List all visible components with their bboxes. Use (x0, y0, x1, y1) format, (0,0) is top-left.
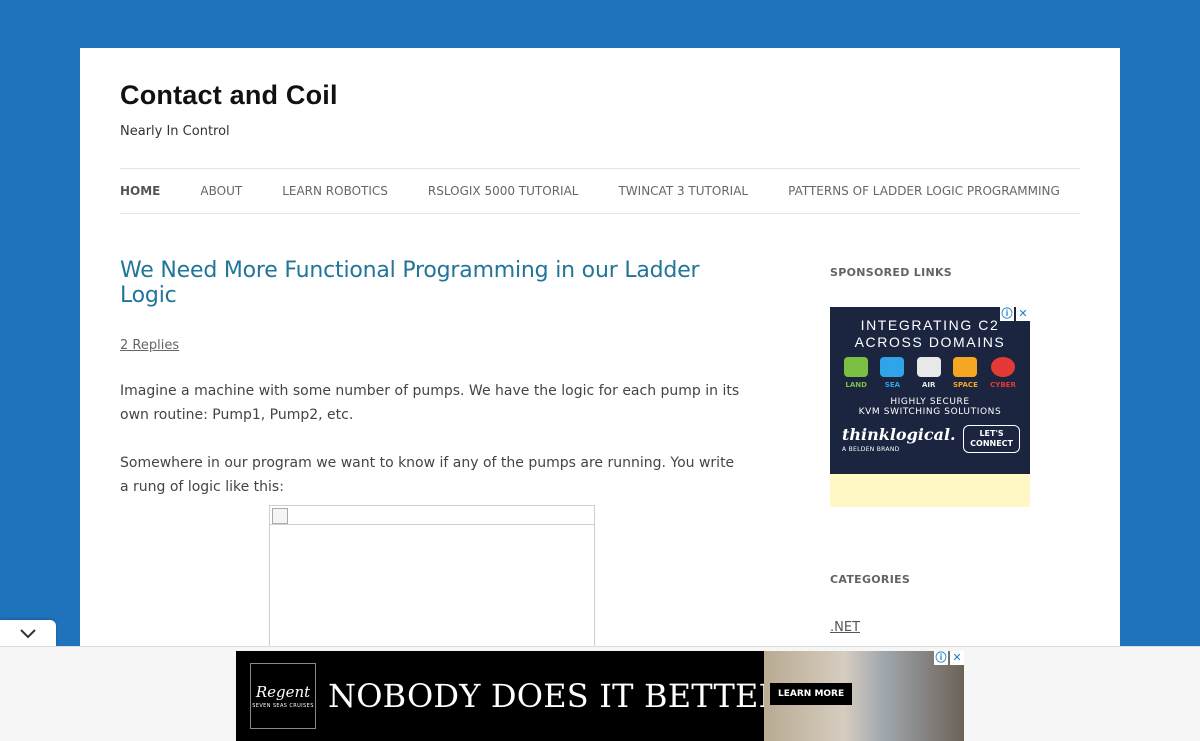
sponsored-links-title: SPONSORED LINKS (830, 266, 953, 279)
post-title[interactable]: We Need More Functional Programming in o… (120, 258, 745, 308)
domain-sea: SEA (880, 357, 905, 389)
ad-heading-line: ACROSS DOMAINS (854, 334, 1006, 350)
logo-subtitle: SEVEN SEAS CRUISES (252, 703, 314, 709)
post-content: We Need More Functional Programming in o… (120, 258, 745, 706)
domain-land: LAND (844, 357, 869, 389)
domain-label: SEA (884, 381, 901, 389)
info-icon[interactable]: ⓘ (1000, 307, 1014, 321)
lets-connect-button[interactable]: LET'S CONNECT (963, 425, 1020, 453)
domain-label: LAND (845, 381, 867, 389)
banner-headline: NOBODY DOES IT BETTER™ (328, 677, 816, 715)
banner-ad-controls: ⓘ ✕ (934, 651, 964, 665)
nav-item-rslogix-tutorial[interactable]: RSLOGIX 5000 TUTORIAL (428, 184, 579, 198)
close-icon[interactable]: ✕ (950, 651, 964, 665)
cta-line: LET'S (979, 429, 1004, 438)
main-navigation: HOME ABOUT LEARN ROBOTICS RSLOGIX 5000 T… (120, 168, 1080, 214)
logo-word: Regent (255, 683, 311, 701)
brand-tag: A BELDEN BRAND (842, 446, 900, 453)
ad-footer: thinklogical. A BELDEN BRAND LET'S CONNE… (830, 417, 1030, 453)
nav-item-twincat-tutorial[interactable]: TWINCAT 3 TUTORIAL (618, 184, 748, 198)
anchor-ad-bar: Regent SEVEN SEAS CRUISES NOBODY DOES IT… (0, 646, 1200, 741)
sidebar: SPONSORED LINKS INTEGRATING C2 ACROSS DO… (830, 266, 1040, 635)
domain-label: CYBER (990, 381, 1016, 389)
satellite-icon (953, 357, 978, 377)
nav-item-learn-robotics[interactable]: LEARN ROBOTICS (282, 184, 388, 198)
regent-logo: Regent SEVEN SEAS CRUISES (250, 663, 316, 729)
site-title[interactable]: Contact and Coil (120, 80, 338, 111)
categories-title: CATEGORIES (830, 573, 911, 586)
broken-image-icon (272, 508, 288, 524)
brand-name: thinklogical. (842, 425, 956, 444)
ad-sub-line: KVM SWITCHING SOLUTIONS (858, 407, 1002, 417)
ad-subheading: HIGHLY SECURE KVM SWITCHING SOLUTIONS (830, 397, 1030, 417)
domain-cyber: CYBER (990, 357, 1016, 389)
ad-brand: thinklogical. A BELDEN BRAND (842, 425, 956, 453)
nav-item-about[interactable]: ABOUT (200, 184, 242, 198)
nav-item-ladder-logic-patterns[interactable]: PATTERNS OF LADDER LOGIC PROGRAMMING (788, 184, 1060, 198)
domain-air: AIR (916, 357, 941, 389)
domain-space: SPACE (953, 357, 978, 389)
globe-icon (991, 357, 1015, 377)
post-paragraph: Imagine a machine with some number of pu… (120, 383, 740, 423)
site-tagline: Nearly In Control (120, 124, 230, 139)
domain-label: SPACE (952, 381, 978, 389)
learn-more-button[interactable]: LEARN MORE (770, 683, 853, 705)
cta-line: CONNECT (970, 439, 1013, 448)
nav-item-home[interactable]: HOME (120, 184, 160, 198)
info-icon[interactable]: ⓘ (934, 651, 948, 665)
ad-controls: ⓘ ✕ (1000, 307, 1030, 321)
ship-icon (880, 357, 905, 377)
ad-domain-icons: LAND SEA AIR SPACE CYBER (838, 357, 1022, 389)
jet-icon (916, 357, 941, 377)
bottom-banner-ad[interactable]: Regent SEVEN SEAS CRUISES NOBODY DOES IT… (236, 651, 964, 741)
domain-label: AIR (921, 381, 936, 389)
tank-icon (844, 357, 869, 377)
replies-link[interactable]: 2 Replies (120, 338, 179, 353)
category-link[interactable]: .NET (830, 620, 1040, 635)
collapse-ad-button[interactable] (0, 620, 56, 648)
page-container: Contact and Coil Nearly In Control HOME … (80, 48, 1120, 740)
post-paragraph: Somewhere in our program we want to know… (120, 455, 735, 495)
chevron-down-icon (20, 629, 36, 639)
ad-creative[interactable]: INTEGRATING C2 ACROSS DOMAINS LAND SEA A… (830, 307, 1030, 474)
close-icon[interactable]: ✕ (1016, 307, 1030, 321)
ad-sub-line: HIGHLY SECURE (890, 397, 970, 407)
sidebar-ad[interactable]: INTEGRATING C2 ACROSS DOMAINS LAND SEA A… (830, 307, 1030, 507)
